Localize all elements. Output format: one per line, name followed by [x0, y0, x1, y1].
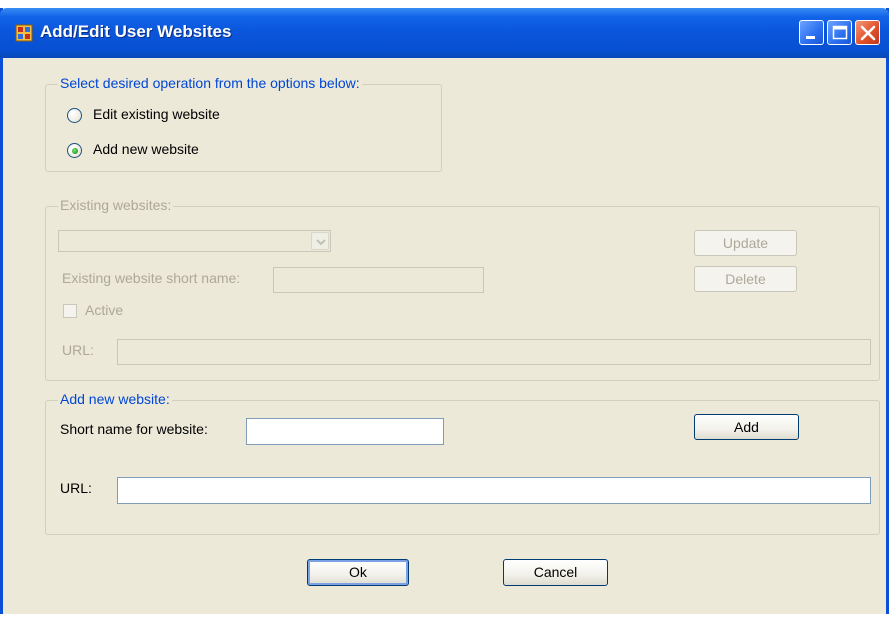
title-bar[interactable]: Add/Edit User Websites	[0, 8, 889, 58]
maximize-button[interactable]	[827, 20, 852, 45]
dropdown-arrow-button[interactable]	[311, 232, 329, 250]
minimize-icon	[806, 36, 815, 39]
radio-edit-existing-label: Edit existing website	[93, 106, 220, 122]
add-new-website-legend: Add new website:	[58, 391, 172, 407]
short-name-label: Short name for website:	[60, 421, 208, 437]
app-window-icon	[15, 24, 33, 42]
operation-group-legend: Select desired operation from the option…	[58, 75, 362, 91]
url-label: URL:	[60, 480, 92, 496]
existing-websites-legend: Existing websites:	[58, 197, 174, 213]
existing-short-name-input[interactable]	[273, 267, 484, 293]
short-name-input[interactable]	[246, 418, 444, 445]
cancel-button[interactable]: Cancel	[503, 559, 608, 586]
close-button[interactable]	[855, 20, 880, 45]
existing-website-select[interactable]	[58, 230, 331, 252]
radio-add-new[interactable]: Add new website	[67, 141, 267, 161]
url-input[interactable]	[117, 477, 871, 504]
active-checkbox-label: Active	[85, 302, 124, 318]
minimize-button[interactable]	[799, 20, 824, 45]
dialog-window: Add/Edit User Websites Select desired op…	[0, 8, 889, 614]
delete-button[interactable]: Delete	[694, 266, 797, 292]
existing-url-label: URL:	[62, 342, 94, 358]
update-button[interactable]: Update	[694, 230, 797, 256]
ok-button[interactable]: Ok	[307, 559, 409, 586]
radio-circle[interactable]	[67, 108, 82, 123]
radio-add-new-label: Add new website	[93, 141, 199, 157]
window-title: Add/Edit User Websites	[40, 22, 232, 41]
active-checkbox[interactable]	[63, 304, 77, 318]
chevron-down-icon	[316, 239, 326, 246]
existing-short-name-label: Existing website short name:	[62, 270, 241, 286]
maximize-icon	[832, 25, 848, 40]
radio-selected-dot	[71, 147, 78, 154]
add-button[interactable]: Add	[694, 414, 799, 440]
radio-edit-existing[interactable]: Edit existing website	[67, 106, 267, 126]
existing-url-input[interactable]	[117, 339, 871, 365]
close-icon	[860, 25, 876, 41]
radio-circle[interactable]	[67, 143, 82, 158]
